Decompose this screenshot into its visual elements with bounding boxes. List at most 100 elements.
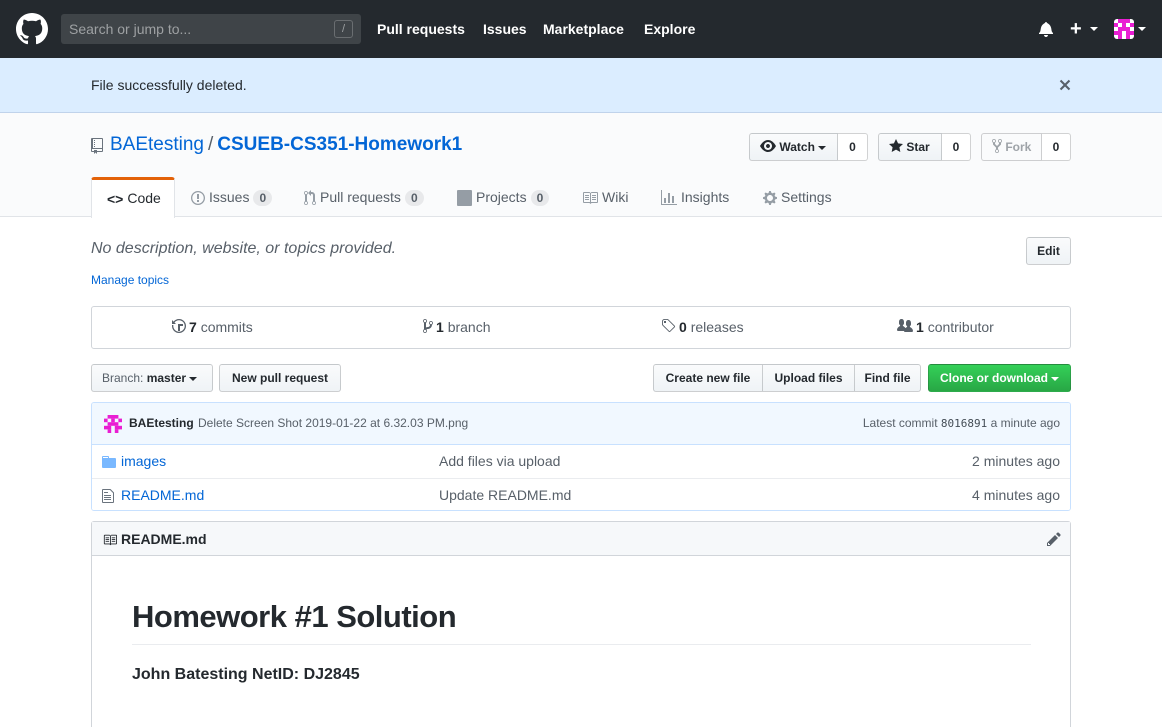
file-list: BAEtesting Delete Screen Shot 2019-01-22…	[91, 402, 1071, 511]
nav-pull-requests[interactable]: Pull requests	[377, 0, 465, 58]
repo-description: No description, website, or topics provi…	[91, 240, 397, 257]
create-new-caret-icon[interactable]	[1090, 27, 1098, 31]
readme-heading: Homework #1 Solution	[132, 599, 1031, 645]
releases-link[interactable]: 0 releases	[661, 307, 744, 348]
tab-code-label: Code	[127, 190, 161, 206]
close-icon[interactable]	[1057, 77, 1073, 93]
pull-request-icon	[304, 190, 316, 206]
tab-issues[interactable]: Issues 0	[191, 177, 273, 217]
tab-insights-label: Insights	[681, 189, 730, 205]
releases-label: releases	[690, 319, 744, 335]
file-row-images[interactable]: images Add files via upload 2 minutes ag…	[92, 445, 1070, 478]
gear-icon	[763, 191, 777, 206]
branch-label: branch	[447, 319, 491, 335]
readme-text: John Batesting NetID: DJ2845	[132, 666, 360, 683]
contributor-count: 1	[916, 319, 924, 335]
file-commit-message[interactable]: Update README.md	[439, 487, 571, 503]
issue-icon	[191, 191, 205, 206]
nav-issues[interactable]: Issues	[483, 0, 527, 58]
user-menu-caret-icon[interactable]	[1138, 27, 1146, 31]
clone-or-download-button[interactable]: Clone or download	[928, 364, 1071, 392]
code-icon: <>	[107, 191, 124, 208]
star-button[interactable]: Star	[878, 133, 942, 161]
new-pull-request-button[interactable]: New pull request	[219, 364, 341, 392]
tab-pull-requests-label: Pull requests	[320, 189, 401, 205]
tab-pull-requests-count: 0	[404, 190, 424, 206]
project-icon	[457, 190, 472, 207]
branch-caret-icon	[189, 376, 198, 381]
github-logo-icon[interactable]	[16, 13, 48, 45]
search-box[interactable]: /	[61, 14, 361, 44]
nav-explore[interactable]: Explore	[644, 0, 695, 58]
readme-box: README.md Homework #1 Solution John Bate…	[91, 521, 1071, 727]
branches-link[interactable]: 1 branch	[423, 307, 491, 348]
releases-count: 0	[679, 319, 687, 335]
commit-author-link[interactable]: BAEtesting	[129, 416, 194, 430]
tab-settings[interactable]: Settings	[763, 177, 832, 217]
flash-message: File successfully deleted.	[91, 77, 247, 93]
fork-button[interactable]: Fork	[981, 133, 1042, 161]
upload-files-button[interactable]: Upload files	[762, 364, 855, 392]
book-icon	[583, 192, 598, 205]
manage-topics-link[interactable]: Manage topics	[91, 273, 169, 287]
search-input[interactable]	[61, 14, 329, 44]
fork-count[interactable]: 0	[1042, 133, 1071, 161]
contributors-link[interactable]: 1 contributor	[897, 307, 994, 348]
clone-caret-icon	[1051, 376, 1059, 381]
repo-owner-link[interactable]: BAEtesting	[110, 134, 204, 155]
file-name-link[interactable]: images	[121, 453, 166, 469]
bell-icon[interactable]	[1038, 21, 1054, 37]
nav-marketplace[interactable]: Marketplace	[543, 0, 624, 58]
repo-title: BAEtesting / CSUEB-CS351-Homework1	[110, 134, 462, 156]
tab-insights[interactable]: Insights	[661, 177, 729, 217]
fork-icon	[992, 139, 1002, 153]
star-icon	[889, 139, 903, 152]
tab-pull-requests[interactable]: Pull requests 0	[304, 177, 424, 217]
book-icon	[103, 534, 117, 546]
repo-icon	[91, 138, 103, 154]
file-age: 4 minutes ago	[972, 487, 1060, 503]
contributor-label: contributor	[927, 319, 994, 335]
branch-icon	[423, 319, 433, 333]
tab-wiki[interactable]: Wiki	[582, 177, 628, 217]
watch-count[interactable]: 0	[838, 133, 868, 161]
tab-projects-count: 0	[530, 190, 550, 206]
graph-icon	[661, 190, 677, 206]
clone-label: Clone or download	[940, 371, 1048, 385]
branch-count: 1	[436, 319, 444, 335]
commit-sha-link[interactable]: 8016891	[941, 417, 987, 430]
fork-label: Fork	[1005, 140, 1032, 154]
file-icon	[102, 489, 114, 503]
edit-description-button[interactable]: Edit	[1026, 237, 1071, 265]
tag-icon	[662, 319, 676, 333]
watch-label: Watch	[779, 140, 815, 154]
commits-count: 7	[189, 319, 197, 335]
commit-message-link[interactable]: Delete Screen Shot 2019-01-22 at 6.32.03…	[198, 416, 468, 430]
pencil-icon[interactable]	[1047, 531, 1061, 547]
latest-commit-info: Latest commit 8016891 a minute ago	[863, 416, 1060, 430]
watch-button[interactable]: Watch	[749, 133, 838, 161]
star-count[interactable]: 0	[942, 133, 971, 161]
create-new-file-button[interactable]: Create new file	[653, 364, 763, 392]
create-new-plus-icon[interactable]: +	[1070, 18, 1082, 40]
file-commit-message[interactable]: Add files via upload	[439, 453, 560, 469]
latest-commit-bar: BAEtesting Delete Screen Shot 2019-01-22…	[92, 403, 1070, 445]
file-name-link[interactable]: README.md	[121, 487, 204, 503]
file-age: 2 minutes ago	[972, 453, 1060, 469]
repo-name-link[interactable]: CSUEB-CS351-Homework1	[217, 134, 462, 155]
file-row-readme[interactable]: README.md Update README.md 4 minutes ago	[92, 478, 1070, 510]
tab-wiki-label: Wiki	[602, 189, 629, 205]
tab-projects[interactable]: Projects 0	[457, 177, 550, 217]
tab-code[interactable]: <> Code	[91, 177, 175, 218]
user-avatar[interactable]	[1114, 19, 1134, 39]
find-file-button[interactable]: Find file	[854, 364, 921, 392]
branch-select-button[interactable]: Branch: master	[91, 364, 213, 392]
global-header: / Pull requests Issues Marketplace Explo…	[0, 0, 1162, 58]
author-avatar-icon[interactable]	[104, 415, 122, 433]
repo-header: BAEtesting / CSUEB-CS351-Homework1 Watch 0…	[0, 113, 1162, 218]
identicon-icon	[1114, 19, 1134, 39]
folder-icon	[102, 456, 116, 468]
repo-numbers-summary: 7 commits 1 branch 0 releases 1 contribu…	[91, 306, 1071, 349]
flash-notice: File successfully deleted.	[0, 58, 1162, 113]
commits-link[interactable]: 7 commits	[172, 307, 253, 348]
